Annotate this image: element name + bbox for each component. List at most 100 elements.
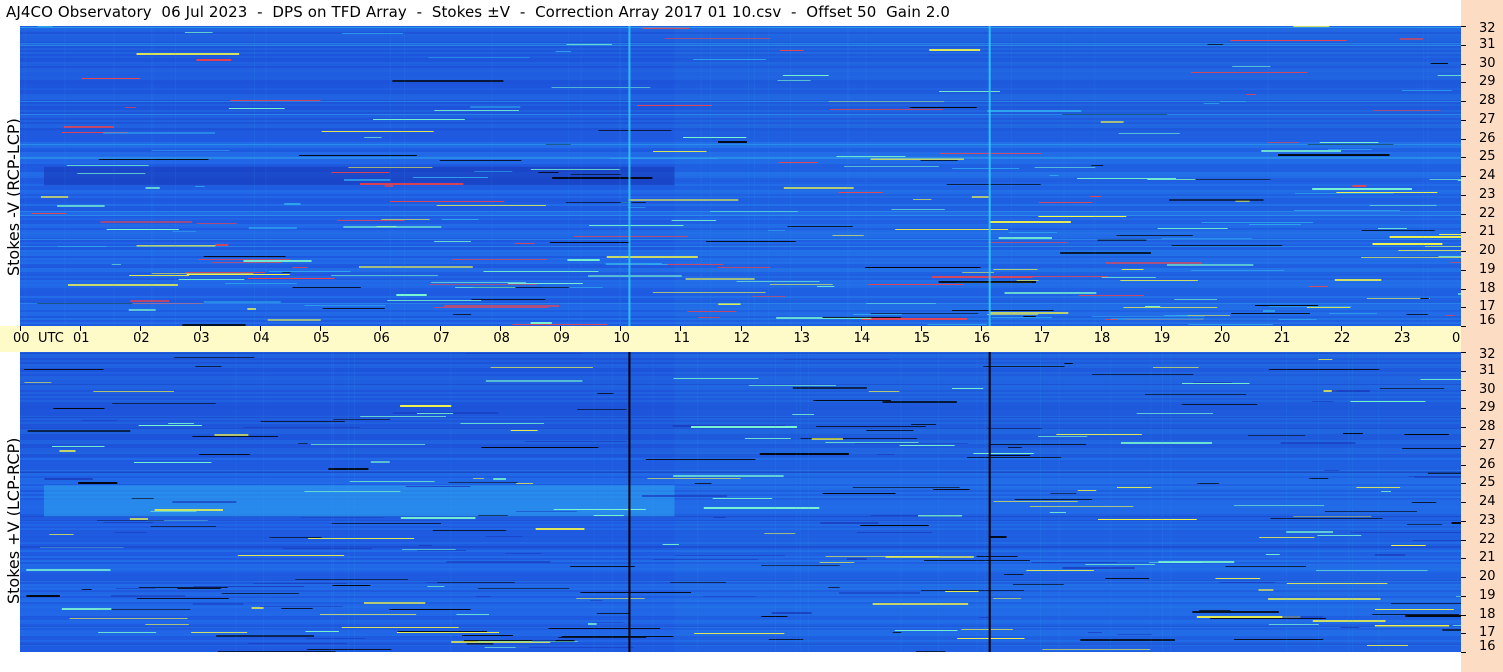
mhz-tick <box>1461 176 1466 177</box>
rfi-streak <box>957 638 1025 639</box>
rfi-streak <box>574 236 689 237</box>
vertical-artifact <box>697 352 699 652</box>
rfi-streak <box>1145 306 1161 307</box>
rfi-streak <box>1029 506 1134 507</box>
utc-time-axis: 00 01 02 03 04 05 06 07 08 09 10 11 12 13 14 15 16 17 18 19… <box>0 326 1499 352</box>
rfi-streak <box>1255 305 1319 306</box>
rfi-streak <box>597 393 614 394</box>
rfi-streak <box>685 278 755 280</box>
rfi-streak <box>331 172 390 173</box>
rfi-streak <box>673 378 759 379</box>
rfi-streak <box>553 509 646 510</box>
rfi-streak <box>387 300 482 301</box>
mhz-tick-label: 19 <box>1479 587 1496 603</box>
rfi-streak <box>400 517 476 519</box>
rfi-streak <box>1402 448 1461 449</box>
vertical-artifact <box>652 352 654 652</box>
rfi-streak <box>251 607 264 609</box>
rfi-streak <box>248 227 297 229</box>
rfi-long-line <box>20 246 1461 247</box>
mhz-tick-label: 19 <box>1479 261 1496 277</box>
rfi-streak <box>777 80 811 81</box>
rfi-streak <box>915 651 946 652</box>
rfi-streak <box>713 517 726 518</box>
rfi-streak <box>983 366 1065 367</box>
mhz-tick <box>1461 101 1466 102</box>
rfi-streak <box>1060 252 1151 254</box>
vertical-artifact <box>1010 26 1012 326</box>
mhz-tick <box>1461 251 1466 252</box>
rfi-streak <box>588 275 682 277</box>
rfi-streak <box>138 425 202 426</box>
rfi-streak <box>552 177 653 179</box>
rfi-streak <box>1381 491 1391 492</box>
vertical-artifact <box>1348 352 1350 652</box>
rfi-streak <box>852 487 960 488</box>
vertical-artifact <box>937 352 939 652</box>
rfi-streak <box>61 608 112 610</box>
rfi-streak <box>1406 314 1429 315</box>
rfi-streak <box>49 534 74 535</box>
utc-tick-label: 00 <box>13 331 30 346</box>
rfi-streak <box>1414 476 1461 478</box>
utc-tick-label: 12 <box>733 331 751 346</box>
rfi-streak <box>432 530 507 531</box>
rfi-streak <box>759 453 849 455</box>
rfi-streak <box>1270 518 1383 519</box>
rfi-streak <box>363 602 426 604</box>
rfi-streak <box>783 187 854 189</box>
mhz-tick-label: 31 <box>1479 36 1496 52</box>
rfi-streak <box>1430 63 1449 64</box>
rfi-streak <box>456 614 490 615</box>
rfi-streak <box>1123 307 1218 308</box>
mhz-tick-label: 18 <box>1479 280 1496 296</box>
rfi-streak <box>857 532 933 533</box>
rfi-streak <box>428 57 530 58</box>
rfi-streak <box>106 229 179 230</box>
rfi-streak <box>243 427 360 428</box>
vertical-artifact <box>748 26 750 326</box>
rfi-streak <box>892 632 902 633</box>
rfi-streak <box>199 454 250 455</box>
vertical-artifact <box>24 26 26 326</box>
vertical-artifact <box>807 352 809 652</box>
rfi-streak <box>895 229 1008 230</box>
rfi-streak <box>341 627 459 628</box>
rfi-streak <box>861 318 967 320</box>
rfi-streak <box>178 279 245 280</box>
rfi-streak <box>81 78 141 79</box>
rfi-streak <box>1008 447 1022 448</box>
rfi-streak <box>1377 228 1407 229</box>
mhz-tick <box>1461 370 1466 372</box>
rfi-streak <box>1042 649 1151 650</box>
rfi-streak <box>567 259 600 261</box>
rfi-streak <box>397 631 487 632</box>
rfi-streak <box>1004 292 1097 294</box>
vertical-artifact <box>389 26 391 326</box>
rfi-streak <box>882 401 957 403</box>
rfi-streak <box>1308 286 1328 287</box>
mhz-tick-label: 29 <box>1479 400 1496 416</box>
rfi-streak <box>281 608 313 609</box>
mhz-tick <box>1461 502 1466 503</box>
rfi-streak <box>1232 66 1271 67</box>
vertical-artifact <box>1286 352 1288 652</box>
rfi-streak <box>1077 490 1097 491</box>
vertical-artifact <box>1058 352 1060 652</box>
rfi-streak <box>628 199 739 201</box>
rfi-streak <box>138 587 228 588</box>
rfi-streak <box>987 110 1082 112</box>
rfi-streak <box>461 635 514 636</box>
mhz-tick-label: 24 <box>1479 494 1496 509</box>
mhz-tick-label: 28 <box>1479 419 1496 434</box>
rfi-streak <box>1157 228 1228 229</box>
rfi-streak <box>1207 44 1224 45</box>
rfi-streak <box>854 443 968 444</box>
rfi-streak <box>717 141 747 143</box>
rfi-streak <box>998 237 1052 239</box>
vertical-artifact <box>1267 26 1269 326</box>
rfi-streak <box>217 651 336 652</box>
rfi-streak <box>344 179 391 181</box>
mhz-tick <box>1461 157 1466 159</box>
rfi-long-line <box>20 45 1461 46</box>
